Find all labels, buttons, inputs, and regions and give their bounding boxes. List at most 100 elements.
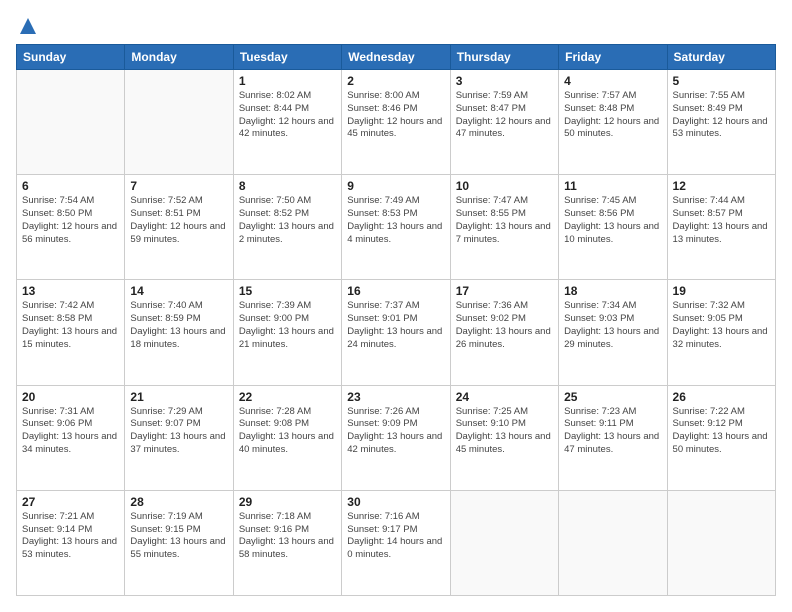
cell-content: Sunrise: 7:19 AMSunset: 9:15 PMDaylight:… [130, 511, 227, 562]
cell-content: Sunrise: 7:54 AMSunset: 8:50 PMDaylight:… [22, 195, 119, 246]
cell-content: Sunrise: 7:37 AMSunset: 9:01 PMDaylight:… [347, 300, 444, 351]
calendar-cell: 13 Sunrise: 7:42 AMSunset: 8:58 PMDayligh… [17, 280, 125, 385]
cell-content: Sunrise: 7:44 AMSunset: 8:57 PMDaylight:… [673, 195, 770, 246]
calendar-cell: 19 Sunrise: 7:32 AMSunset: 9:05 PMDayligh… [667, 280, 775, 385]
calendar-cell: 12 Sunrise: 7:44 AMSunset: 8:57 PMDayligh… [667, 175, 775, 280]
day-number: 10 [456, 179, 553, 193]
calendar-cell: 1 Sunrise: 8:02 AMSunset: 8:44 PMDaylight… [233, 70, 341, 175]
calendar-cell: 9 Sunrise: 7:49 AMSunset: 8:53 PMDaylight… [342, 175, 450, 280]
cell-content: Sunrise: 7:47 AMSunset: 8:55 PMDaylight:… [456, 195, 553, 246]
calendar-cell [17, 70, 125, 175]
calendar-cell: 28 Sunrise: 7:19 AMSunset: 9:15 PMDayligh… [125, 490, 233, 595]
calendar-cell [559, 490, 667, 595]
cell-content: Sunrise: 7:29 AMSunset: 9:07 PMDaylight:… [130, 406, 227, 457]
calendar-cell [450, 490, 558, 595]
day-number: 25 [564, 390, 661, 404]
cell-content: Sunrise: 7:21 AMSunset: 9:14 PMDaylight:… [22, 511, 119, 562]
calendar-week-row: 20 Sunrise: 7:31 AMSunset: 9:06 PMDayligh… [17, 385, 776, 490]
cell-content: Sunrise: 8:02 AMSunset: 8:44 PMDaylight:… [239, 90, 336, 141]
calendar-cell: 22 Sunrise: 7:28 AMSunset: 9:08 PMDayligh… [233, 385, 341, 490]
day-header: Monday [125, 45, 233, 70]
calendar-cell: 8 Sunrise: 7:50 AMSunset: 8:52 PMDaylight… [233, 175, 341, 280]
calendar-week-row: 1 Sunrise: 8:02 AMSunset: 8:44 PMDaylight… [17, 70, 776, 175]
calendar-week-row: 6 Sunrise: 7:54 AMSunset: 8:50 PMDaylight… [17, 175, 776, 280]
cell-content: Sunrise: 7:42 AMSunset: 8:58 PMDaylight:… [22, 300, 119, 351]
day-number: 13 [22, 284, 119, 298]
cell-content: Sunrise: 7:28 AMSunset: 9:08 PMDaylight:… [239, 406, 336, 457]
day-number: 28 [130, 495, 227, 509]
day-number: 27 [22, 495, 119, 509]
day-number: 17 [456, 284, 553, 298]
day-number: 2 [347, 74, 444, 88]
day-number: 8 [239, 179, 336, 193]
logo-icon [18, 16, 38, 36]
cell-content: Sunrise: 7:18 AMSunset: 9:16 PMDaylight:… [239, 511, 336, 562]
cell-content: Sunrise: 8:00 AMSunset: 8:46 PMDaylight:… [347, 90, 444, 141]
cell-content: Sunrise: 7:32 AMSunset: 9:05 PMDaylight:… [673, 300, 770, 351]
cell-content: Sunrise: 7:59 AMSunset: 8:47 PMDaylight:… [456, 90, 553, 141]
calendar-cell: 11 Sunrise: 7:45 AMSunset: 8:56 PMDayligh… [559, 175, 667, 280]
calendar-cell: 26Sunrise: 7:22 AMSunset: 9:12 PMDayligh… [667, 385, 775, 490]
cell-content: Sunrise: 7:25 AMSunset: 9:10 PMDaylight:… [456, 406, 553, 457]
cell-content: Sunrise: 7:45 AMSunset: 8:56 PMDaylight:… [564, 195, 661, 246]
day-number: 4 [564, 74, 661, 88]
calendar-cell: 27 Sunrise: 7:21 AMSunset: 9:14 PMDayligh… [17, 490, 125, 595]
cell-content: Sunrise: 7:34 AMSunset: 9:03 PMDaylight:… [564, 300, 661, 351]
calendar-cell: 24Sunrise: 7:25 AMSunset: 9:10 PMDayligh… [450, 385, 558, 490]
day-number: 19 [673, 284, 770, 298]
cell-content: Sunrise: 7:50 AMSunset: 8:52 PMDaylight:… [239, 195, 336, 246]
day-number: 23 [347, 390, 444, 404]
day-number: 18 [564, 284, 661, 298]
day-number: 16 [347, 284, 444, 298]
header [16, 16, 776, 36]
day-header: Sunday [17, 45, 125, 70]
calendar-cell: 14 Sunrise: 7:40 AMSunset: 8:59 PMDayligh… [125, 280, 233, 385]
cell-content: Sunrise: 7:31 AMSunset: 9:06 PMDaylight:… [22, 406, 119, 457]
day-number: 9 [347, 179, 444, 193]
day-number: 14 [130, 284, 227, 298]
calendar-cell: 18 Sunrise: 7:34 AMSunset: 9:03 PMDayligh… [559, 280, 667, 385]
calendar-cell: 2 Sunrise: 8:00 AMSunset: 8:46 PMDaylight… [342, 70, 450, 175]
cell-content: Sunrise: 7:57 AMSunset: 8:48 PMDaylight:… [564, 90, 661, 141]
calendar-cell: 3 Sunrise: 7:59 AMSunset: 8:47 PMDaylight… [450, 70, 558, 175]
day-number: 20 [22, 390, 119, 404]
calendar-cell: 6 Sunrise: 7:54 AMSunset: 8:50 PMDaylight… [17, 175, 125, 280]
cell-content: Sunrise: 7:49 AMSunset: 8:53 PMDaylight:… [347, 195, 444, 246]
day-number: 5 [673, 74, 770, 88]
cell-content: Sunrise: 7:55 AMSunset: 8:49 PMDaylight:… [673, 90, 770, 141]
day-number: 29 [239, 495, 336, 509]
cell-content: Sunrise: 7:39 AMSunset: 9:00 PMDaylight:… [239, 300, 336, 351]
cell-content: Sunrise: 7:23 AMSunset: 9:11 PMDaylight:… [564, 406, 661, 457]
day-number: 7 [130, 179, 227, 193]
calendar-cell: 4 Sunrise: 7:57 AMSunset: 8:48 PMDaylight… [559, 70, 667, 175]
day-header: Friday [559, 45, 667, 70]
calendar-cell: 10 Sunrise: 7:47 AMSunset: 8:55 PMDayligh… [450, 175, 558, 280]
calendar-cell: 29 Sunrise: 7:18 AMSunset: 9:16 PMDayligh… [233, 490, 341, 595]
day-number: 11 [564, 179, 661, 193]
day-number: 3 [456, 74, 553, 88]
day-header: Saturday [667, 45, 775, 70]
calendar-cell: 20 Sunrise: 7:31 AMSunset: 9:06 PMDayligh… [17, 385, 125, 490]
day-number: 26 [673, 390, 770, 404]
calendar-cell: 7Sunrise: 7:52 AMSunset: 8:51 PMDaylight… [125, 175, 233, 280]
day-header: Wednesday [342, 45, 450, 70]
day-number: 30 [347, 495, 444, 509]
calendar-cell: 23Sunrise: 7:26 AMSunset: 9:09 PMDayligh… [342, 385, 450, 490]
cell-content: Sunrise: 7:16 AMSunset: 9:17 PMDaylight:… [347, 511, 444, 562]
cell-content: Sunrise: 7:40 AMSunset: 8:59 PMDaylight:… [130, 300, 227, 351]
calendar-cell: 17 Sunrise: 7:36 AMSunset: 9:02 PMDayligh… [450, 280, 558, 385]
calendar-week-row: 27 Sunrise: 7:21 AMSunset: 9:14 PMDayligh… [17, 490, 776, 595]
calendar-cell: 30 Sunrise: 7:16 AMSunset: 9:17 PMDayligh… [342, 490, 450, 595]
day-number: 12 [673, 179, 770, 193]
calendar-cell: 25 Sunrise: 7:23 AMSunset: 9:11 PMDayligh… [559, 385, 667, 490]
cell-content: Sunrise: 7:36 AMSunset: 9:02 PMDaylight:… [456, 300, 553, 351]
header-row: SundayMondayTuesdayWednesdayThursdayFrid… [17, 45, 776, 70]
day-header: Tuesday [233, 45, 341, 70]
day-number: 1 [239, 74, 336, 88]
day-number: 22 [239, 390, 336, 404]
calendar-table: SundayMondayTuesdayWednesdayThursdayFrid… [16, 44, 776, 596]
calendar-page: SundayMondayTuesdayWednesdayThursdayFrid… [0, 0, 792, 612]
calendar-week-row: 13 Sunrise: 7:42 AMSunset: 8:58 PMDayligh… [17, 280, 776, 385]
day-number: 6 [22, 179, 119, 193]
calendar-cell: 21Sunrise: 7:29 AMSunset: 9:07 PMDayligh… [125, 385, 233, 490]
